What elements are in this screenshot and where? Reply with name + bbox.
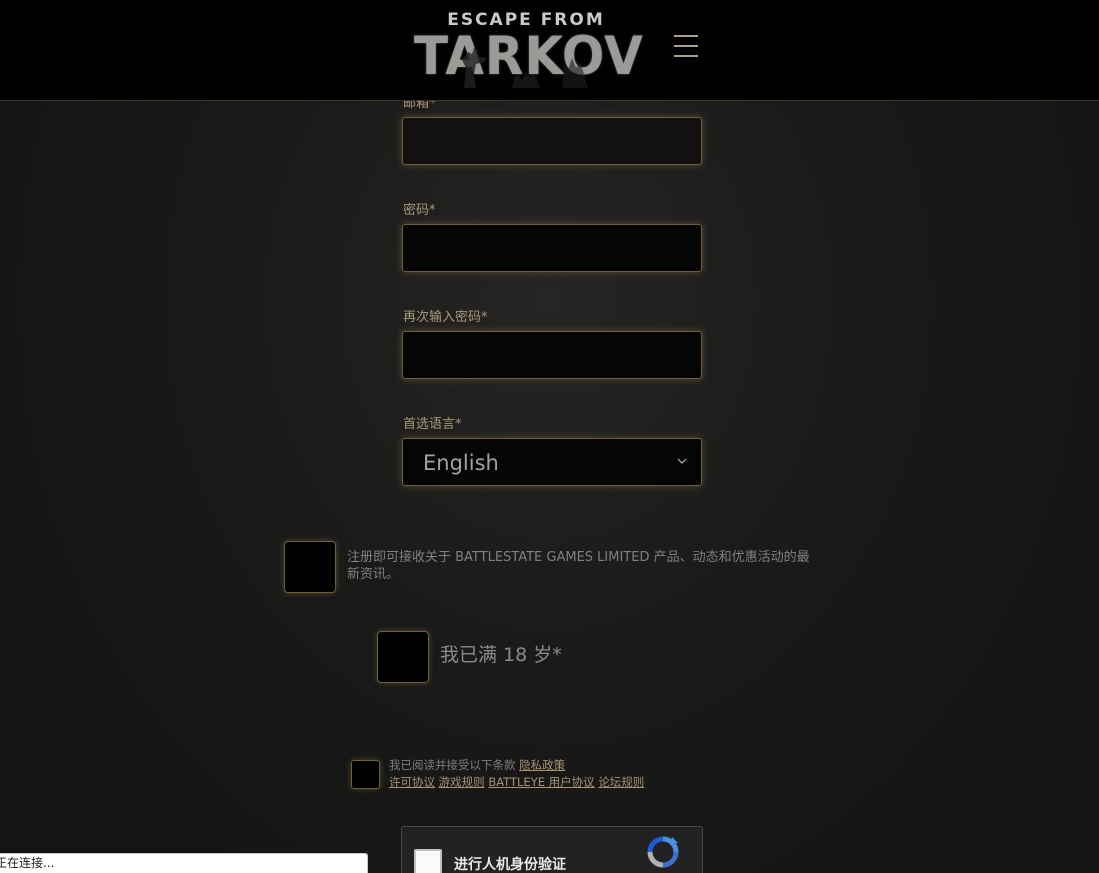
chevron-down-icon — [677, 458, 687, 464]
news-opt-in-checkbox[interactable] — [284, 541, 336, 593]
game-rules-link[interactable]: 游戏规则 — [439, 775, 485, 789]
terms-prefix-text: 我已阅读并接受以下条款 — [389, 758, 516, 772]
privacy-policy-link[interactable]: 隐私政策 — [519, 758, 565, 772]
age-confirm-checkbox[interactable] — [377, 631, 429, 683]
recaptcha-label: 进行人机身份验证 — [454, 857, 566, 873]
status-text: 正在连接... — [0, 856, 55, 870]
hamburger-menu-icon[interactable] — [674, 33, 698, 59]
recaptcha-icon — [647, 836, 679, 868]
language-label: 首选语言* — [403, 417, 462, 432]
browser-status-bar: 正在连接... — [0, 853, 368, 873]
registration-page: ESCAPE FROM TARKOV 邮箱* 密码* 再次输入密码* 首选语言*… — [0, 0, 1099, 873]
forum-rules-link[interactable]: 论坛规则 — [598, 775, 644, 789]
license-agreement-link[interactable]: 许可协议 — [389, 775, 435, 789]
language-select[interactable]: English — [402, 438, 702, 486]
news-opt-in-text: 注册即可接收关于 BATTLESTATE GAMES LIMITED 产品、动态… — [347, 550, 810, 582]
language-select-value: English — [423, 451, 499, 475]
recaptcha-widget: 进行人机身份验证 — [401, 826, 703, 873]
password-confirm-input[interactable] — [402, 331, 702, 379]
soldier-silhouette-icon — [462, 48, 588, 88]
recaptcha-checkbox[interactable] — [414, 849, 442, 873]
terms-accept-checkbox[interactable] — [351, 760, 380, 789]
battleye-agreement-link[interactable]: BATTLEYE 用户协议 — [488, 775, 594, 789]
site-header: ESCAPE FROM TARKOV — [0, 0, 1099, 101]
password-confirm-label: 再次输入密码* — [403, 310, 488, 325]
password-input[interactable] — [402, 224, 702, 272]
email-input[interactable] — [402, 117, 702, 165]
age-confirm-text: 我已满 18 岁* — [440, 644, 562, 666]
terms-accept-text: 我已阅读并接受以下条款 隐私政策 许可协议 游戏规则 BATTLEYE 用户协议… — [389, 757, 709, 791]
password-label: 密码* — [403, 203, 436, 218]
tarkov-logo[interactable]: ESCAPE FROM TARKOV — [414, 10, 643, 88]
